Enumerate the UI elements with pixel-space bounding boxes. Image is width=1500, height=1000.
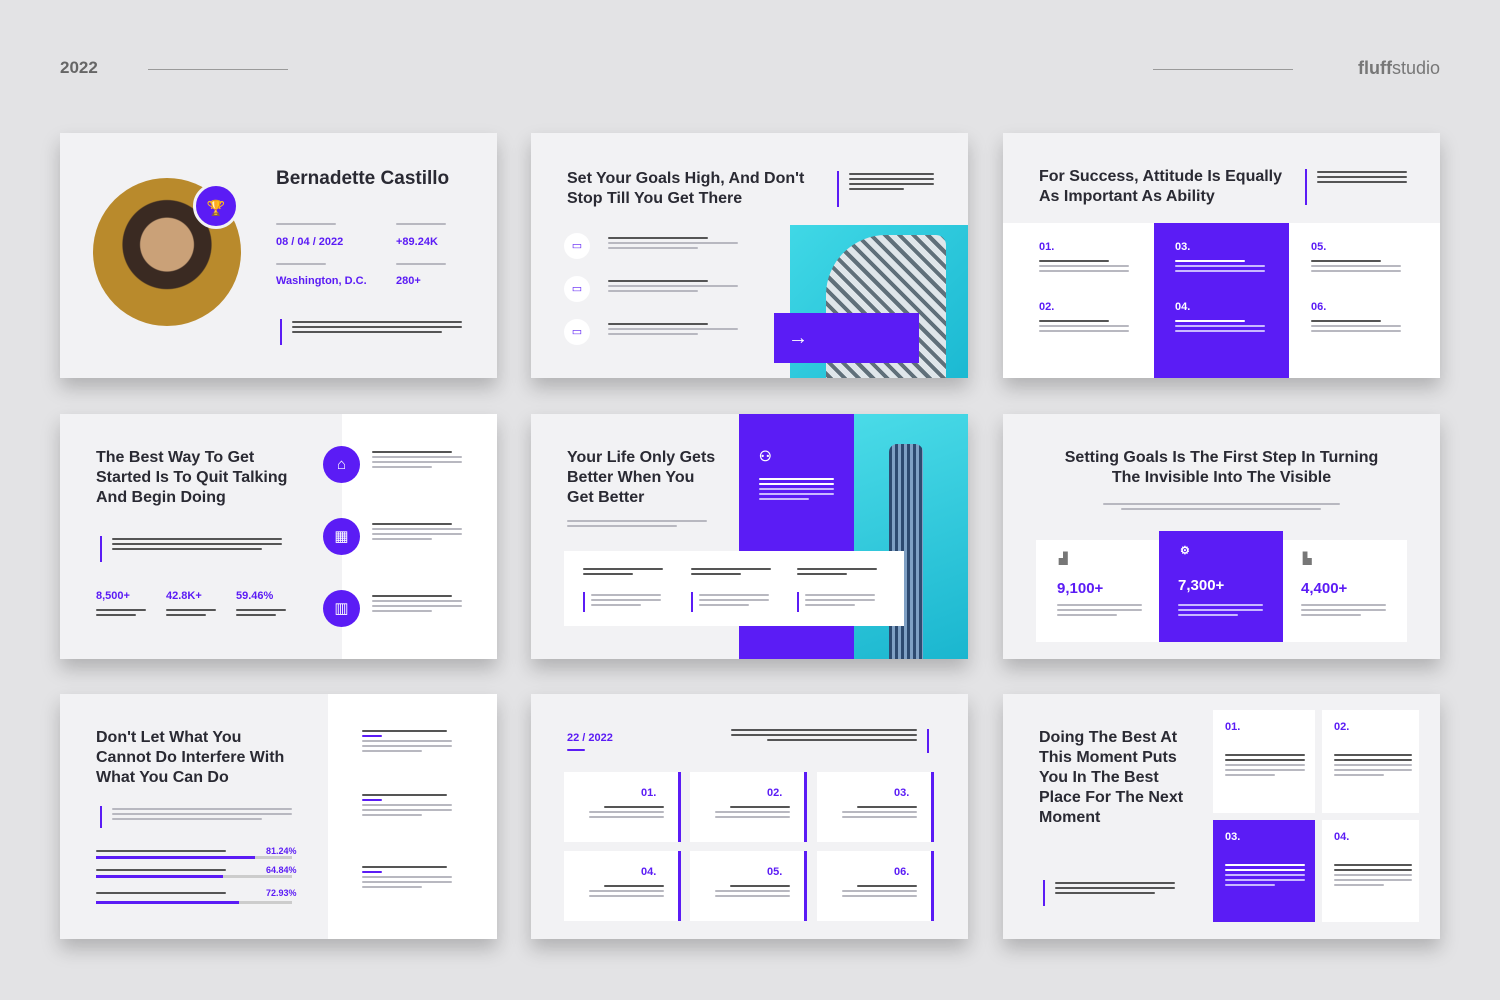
slide-goals[interactable]: Set Your Goals High, And Don't Stop Till… [531,133,968,378]
monitor-icon: ▭ [564,233,590,259]
slide-profile[interactable]: 🏆 Bernadette Castillo 08 / 04 / 2022 +89… [60,133,497,378]
city-value: Washington, D.C. [276,275,367,287]
brand-logo: fluffstudio [1357,58,1440,78]
slide-invisible-visible[interactable]: Setting Goals Is The First Step In Turni… [1003,414,1440,659]
team-icon: ⚇ [759,448,772,464]
calendar-icon: ▦ [323,518,360,555]
trophy-icon: 🏆 [193,183,239,229]
buildings-icon: ▙ [1303,553,1312,565]
stat-value: 280+ [396,275,421,287]
stat-value: +89.24K [396,236,438,248]
slide-title: Your Life Only Gets Better When You Get … [567,449,716,506]
slide-title: Doing The Best At This Moment Puts You I… [1039,729,1184,826]
date-value: 08 / 04 / 2022 [276,236,344,248]
gear-icon: ⚙ [1180,545,1190,557]
chart-icon: ▥ [323,590,360,627]
bank-icon: ⌂ [323,446,360,483]
divider-left [148,69,288,70]
slide-title: Setting Goals Is The First Step In Turni… [1064,449,1379,486]
slide-title: Set Your Goals High, And Don't Stop Till… [567,170,805,207]
arrow-right-icon[interactable]: → [774,313,919,363]
slide-begin-doing[interactable]: The Best Way To Get Started Is To Quit T… [60,414,497,659]
year-label: 2022 [60,58,98,77]
slide-attitude[interactable]: For Success, Attitude Is Equally As Impo… [1003,133,1440,378]
slide-title: For Success, Attitude Is Equally As Impo… [1039,168,1283,205]
slide-title: Don't Let What You Cannot Do Interfere W… [96,729,285,786]
date-label: 22 / 2022 [567,732,613,744]
slide-timeline[interactable]: 22 / 2022 01. 02. 03. 04. 05. 06. [531,694,968,939]
monitor-icon: ▭ [564,319,590,345]
slide-cannot-do[interactable]: Don't Let What You Cannot Do Interfere W… [60,694,497,939]
bar-chart-icon: ▟ [1059,553,1068,565]
slide-title: Bernadette Castillo [276,168,450,189]
monitor-icon: ▭ [564,276,590,302]
slide-best-moment[interactable]: Doing The Best At This Moment Puts You I… [1003,694,1440,939]
slide-title: The Best Way To Get Started Is To Quit T… [96,449,288,506]
slide-life-better[interactable]: Your Life Only Gets Better When You Get … [531,414,968,659]
divider-right [1153,69,1293,70]
